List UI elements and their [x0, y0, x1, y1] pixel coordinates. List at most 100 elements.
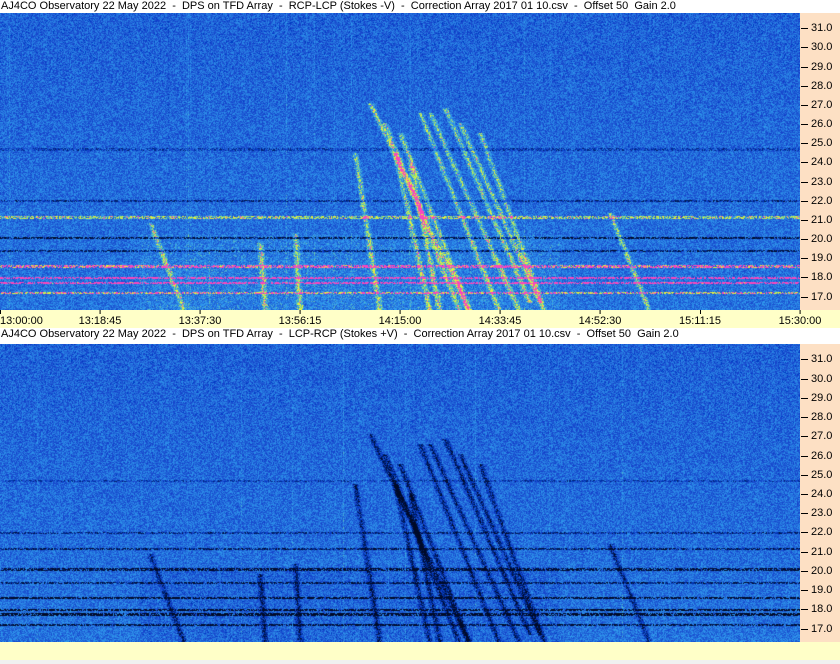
tick-mark	[199, 310, 201, 314]
y-tick: 29.0	[800, 392, 840, 404]
tick-mark	[599, 310, 601, 314]
y-tick: 21.0	[800, 546, 840, 558]
y-tick: 21.0	[800, 214, 840, 226]
y-tick-label: 18.0	[811, 603, 833, 616]
y-tick-label: 25.0	[811, 468, 833, 481]
y-tick-label: 22.0	[811, 526, 833, 539]
y-tick: 29.0	[800, 61, 840, 73]
tick-mark	[801, 359, 808, 361]
y-tick: 20.0	[800, 565, 840, 577]
y-tick: 22.0	[800, 526, 840, 538]
tick-mark	[801, 493, 808, 495]
y-tick: 20.0	[800, 233, 840, 245]
tick-mark	[801, 104, 808, 106]
y-tick-label: 17.0	[811, 290, 833, 303]
y-tick-label: 31.0	[811, 22, 833, 35]
frequency-axis-panel-1: 31.0 30.0 29.0 28.0 27.0 26.0 25.0 24.0 23.0 22.0…	[800, 13, 840, 310]
tick-mark	[801, 181, 808, 183]
y-tick-label: 21.0	[811, 545, 833, 558]
tick-mark	[801, 378, 808, 380]
tick-mark	[801, 47, 808, 49]
y-tick: 23.0	[800, 507, 840, 519]
tick-mark	[499, 310, 501, 314]
x-tick-label: 14:33:45	[479, 310, 521, 327]
panel-1-title: AJ4CO Observatory 22 May 2022 - DPS on T…	[0, 0, 840, 14]
y-tick-label: 24.0	[811, 487, 833, 500]
tick-mark	[699, 310, 701, 314]
y-tick-label: 30.0	[811, 41, 833, 54]
y-tick: 17.0	[800, 623, 840, 635]
y-tick: 19.0	[800, 252, 840, 264]
y-tick-label: 24.0	[811, 156, 833, 169]
y-tick: 30.0	[800, 373, 840, 385]
spectrogram-rcp-lcp	[0, 13, 800, 310]
tick-mark	[801, 609, 808, 611]
y-tick: 18.0	[800, 271, 840, 283]
tick-mark	[801, 239, 808, 241]
y-tick: 28.0	[800, 411, 840, 423]
y-tick: 24.0	[800, 488, 840, 500]
tick-mark	[801, 124, 808, 126]
x-tick-label: 14:52:30	[579, 310, 621, 327]
x-tick-label: 14:15:00	[379, 310, 421, 327]
y-tick-label: 23.0	[811, 175, 833, 188]
tick-mark	[801, 277, 808, 279]
tick-mark	[801, 28, 808, 30]
y-tick: 17.0	[800, 291, 840, 303]
y-tick-label: 21.0	[811, 213, 833, 226]
tick-mark	[299, 310, 301, 314]
y-tick-label: 19.0	[811, 252, 833, 265]
y-tick: 23.0	[800, 176, 840, 188]
y-tick-label: 18.0	[811, 271, 833, 284]
x-tick-label: 13:56:15	[279, 310, 321, 327]
tick-mark	[801, 570, 808, 572]
y-tick: 19.0	[800, 584, 840, 596]
y-tick: 27.0	[800, 99, 840, 111]
y-tick: 26.0	[800, 118, 840, 130]
tick-mark	[801, 143, 808, 145]
y-tick: 30.0	[800, 41, 840, 53]
tick-mark	[801, 455, 808, 457]
y-tick-label: 31.0	[811, 353, 833, 366]
y-tick-label: 26.0	[811, 449, 833, 462]
tick-mark	[801, 474, 808, 476]
tick-mark	[99, 310, 101, 314]
y-tick-label: 30.0	[811, 372, 833, 385]
y-tick: 22.0	[800, 195, 840, 207]
tick-mark	[801, 296, 808, 298]
tick-mark	[801, 397, 808, 399]
y-tick-label: 22.0	[811, 194, 833, 207]
frequency-axis-panel-2: 31.0 30.0 29.0 28.0 27.0 26.0 25.0 24.0 23.0 22.0…	[800, 344, 840, 642]
tick-mark	[801, 417, 808, 419]
y-tick-label: 29.0	[811, 60, 833, 73]
spectrogram-lcp-rcp	[0, 344, 800, 642]
y-tick: 26.0	[800, 450, 840, 462]
tick-mark	[799, 310, 801, 314]
y-tick-label: 28.0	[811, 79, 833, 92]
x-tick-label: 15:11:15	[679, 310, 721, 327]
tick-mark	[801, 200, 808, 202]
y-tick: 18.0	[800, 603, 840, 615]
tick-mark	[801, 85, 808, 87]
y-tick-label: 26.0	[811, 118, 833, 131]
y-tick-label: 23.0	[811, 507, 833, 520]
time-axis-panel-2	[0, 642, 840, 660]
y-tick-label: 20.0	[811, 233, 833, 246]
y-tick-label: 20.0	[811, 564, 833, 577]
y-tick-label: 25.0	[811, 137, 833, 150]
x-tick-label: 15:30:00	[779, 310, 821, 327]
y-tick-label: 17.0	[811, 622, 833, 635]
panel-2-title: AJ4CO Observatory 22 May 2022 - DPS on T…	[0, 328, 840, 344]
y-tick: 24.0	[800, 156, 840, 168]
tick-mark	[801, 513, 808, 515]
y-tick-label: 29.0	[811, 391, 833, 404]
tick-mark	[801, 628, 808, 630]
y-tick: 27.0	[800, 430, 840, 442]
tick-mark	[801, 66, 808, 68]
y-tick: 31.0	[800, 353, 840, 365]
tick-mark	[399, 310, 401, 314]
tick-mark	[801, 590, 808, 592]
y-tick: 25.0	[800, 469, 840, 481]
tick-mark	[801, 551, 808, 553]
y-tick-label: 19.0	[811, 584, 833, 597]
